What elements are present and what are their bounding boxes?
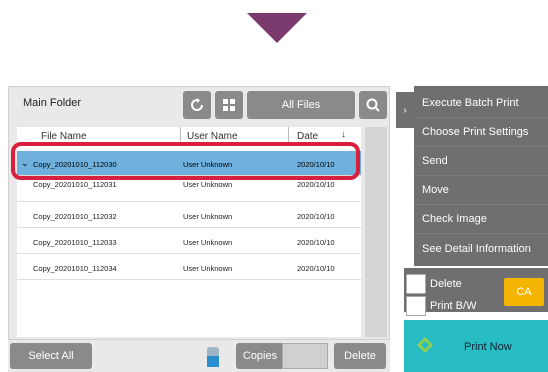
menu-item-send[interactable]: Send <box>414 147 548 176</box>
chevron-right-icon: › <box>403 104 407 116</box>
pointer-arrow-indicator <box>247 13 307 43</box>
bottom-toolbar: Select All Copies Delete <box>8 340 390 372</box>
copies-label: Copies <box>236 343 284 369</box>
print-now-button[interactable]: Print Now <box>404 320 548 372</box>
select-all-button[interactable]: Select All <box>10 343 92 369</box>
view-toggle-button[interactable] <box>215 91 243 119</box>
selected-row-highlight <box>11 142 360 180</box>
delete-button[interactable]: Delete <box>334 343 386 369</box>
grid-icon <box>223 99 235 111</box>
menu-item-choose-print-settings[interactable]: Choose Print Settings <box>414 118 548 147</box>
table-row[interactable]: Copy_20201010_112033 User Unknown 2020/1… <box>17 229 361 254</box>
sort-down-icon: ↓ <box>341 129 346 140</box>
refresh-icon <box>190 98 204 112</box>
list-scrollbar[interactable] <box>365 127 387 337</box>
file-list-panel: Main Folder All Files File Name User Nam… <box>8 86 390 340</box>
file-filter-button[interactable]: All Files <box>247 91 355 119</box>
delete-checkbox[interactable] <box>406 274 426 294</box>
menu-item-execute-batch-print[interactable]: Execute Batch Print <box>414 89 548 118</box>
folder-title: Main Folder <box>23 97 82 109</box>
print-now-label: Print Now <box>464 341 512 353</box>
search-icon <box>366 98 380 112</box>
clear-all-button[interactable]: CA <box>504 278 544 306</box>
search-button[interactable] <box>359 91 387 119</box>
start-diamond-icon <box>416 336 434 357</box>
toner-icon <box>206 346 220 372</box>
menu-collapse-tab[interactable]: › <box>396 92 414 128</box>
table-row[interactable]: Copy_20201010_112031 User Unknown 2020/1… <box>17 177 361 202</box>
action-menu: Execute Batch Print Choose Print Setting… <box>414 86 548 266</box>
print-bw-checkbox[interactable] <box>406 296 426 316</box>
print-bw-label: Print B/W <box>430 300 477 312</box>
copies-input[interactable] <box>282 343 328 369</box>
menu-item-check-image[interactable]: Check Image <box>414 205 548 234</box>
refresh-button[interactable] <box>183 91 211 119</box>
table-row[interactable]: Copy_20201010_112032 User Unknown 2020/1… <box>17 203 361 228</box>
table-row[interactable]: Copy_20201010_112034 User Unknown 2020/1… <box>17 255 361 280</box>
menu-item-see-detail-information[interactable]: See Detail Information <box>414 234 548 263</box>
delete-option-label: Delete <box>430 278 462 290</box>
menu-item-move[interactable]: Move <box>414 176 548 205</box>
